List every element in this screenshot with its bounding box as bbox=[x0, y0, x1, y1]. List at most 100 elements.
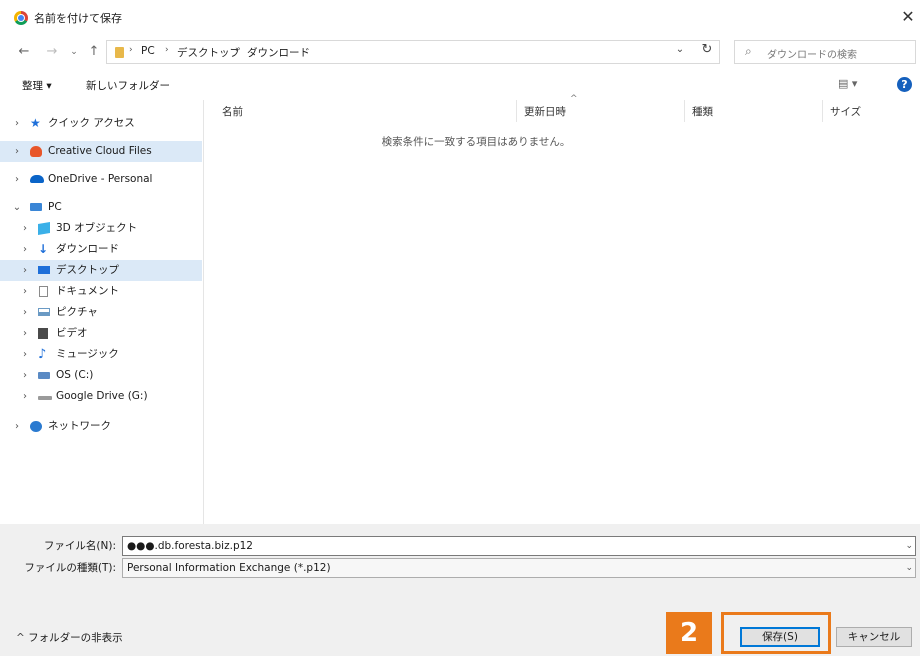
command-toolbar: 整理 ▾ 新しいフォルダー ▤ ▾ ? bbox=[0, 70, 920, 100]
drive-icon bbox=[38, 396, 52, 400]
filetype-label: ファイルの種類(T): bbox=[24, 562, 116, 574]
refresh-icon[interactable]: ↻ bbox=[699, 42, 715, 57]
up-arrow-icon[interactable]: ↑ bbox=[86, 43, 102, 61]
sidebar-item-label: ドキュメント bbox=[56, 285, 119, 297]
sidebar-item-music[interactable]: › ♪ ミュージック bbox=[0, 344, 202, 365]
window-title: 名前を付けて保存 bbox=[34, 12, 122, 25]
sidebar-item-label: Google Drive (G:) bbox=[56, 390, 148, 402]
back-arrow-icon[interactable]: ← bbox=[16, 43, 32, 61]
expand-chevron-icon[interactable]: › bbox=[20, 386, 30, 407]
sidebar-item-pc[interactable]: ⌄ PC bbox=[0, 197, 202, 218]
sidebar-item-documents[interactable]: › ドキュメント bbox=[0, 281, 202, 302]
search-icon: ⌕ bbox=[745, 44, 752, 58]
sidebar-item-label: デスクトップ bbox=[56, 264, 119, 276]
sidebar-item-os-c[interactable]: › OS (C:) bbox=[0, 365, 202, 386]
sidebar-item-onedrive[interactable]: › OneDrive - Personal bbox=[0, 169, 202, 190]
video-icon bbox=[38, 328, 48, 339]
desktop-icon bbox=[38, 266, 50, 274]
address-dropdown-icon[interactable]: ⌄ bbox=[673, 44, 687, 55]
organize-menu-button[interactable]: 整理 ▾ bbox=[22, 78, 52, 93]
navigation-pane: › ★ クイック アクセス › Creative Cloud Files › O… bbox=[0, 100, 204, 524]
breadcrumb-separator: › bbox=[165, 45, 169, 55]
collapse-chevron-icon[interactable]: ⌄ bbox=[12, 197, 22, 218]
cancel-button[interactable]: キャンセル bbox=[836, 627, 912, 647]
search-placeholder: ダウンロードの検索 bbox=[767, 50, 857, 61]
view-options-button[interactable]: ▤ ▾ bbox=[838, 77, 857, 90]
column-divider[interactable] bbox=[822, 100, 823, 122]
cube-icon bbox=[38, 221, 50, 236]
sidebar-item-label: ビデオ bbox=[56, 327, 88, 339]
column-divider[interactable] bbox=[516, 100, 517, 122]
document-icon bbox=[39, 286, 48, 297]
filetype-value: Personal Information Exchange (*.p12) bbox=[127, 562, 331, 574]
file-list-pane[interactable]: ^ 名前 更新日時 種類 サイズ 検索条件に一致する項目はありません。 bbox=[206, 94, 920, 524]
sidebar-item-desktop[interactable]: › デスクトップ bbox=[0, 260, 202, 281]
expand-chevron-icon[interactable]: › bbox=[20, 239, 30, 260]
hide-folders-label: フォルダーの非表示 bbox=[28, 632, 123, 644]
column-header-modified[interactable]: 更新日時 bbox=[524, 104, 566, 119]
breadcrumb-separator: › bbox=[129, 45, 133, 55]
sidebar-item-3d-objects[interactable]: › 3D オブジェクト bbox=[0, 218, 202, 239]
new-folder-button[interactable]: 新しいフォルダー bbox=[86, 78, 170, 93]
column-header-type[interactable]: 種類 bbox=[692, 104, 713, 119]
expand-chevron-icon[interactable]: › bbox=[20, 344, 30, 365]
help-icon[interactable]: ? bbox=[897, 77, 912, 92]
sidebar-item-network[interactable]: › ネットワーク bbox=[0, 416, 202, 437]
sidebar-item-label: ネットワーク bbox=[48, 420, 111, 432]
sidebar-item-label: ダウンロード bbox=[56, 243, 119, 255]
save-options-panel: ファイル名(N): ●●●.db.foresta.biz.p12 ⌄ ファイルの… bbox=[0, 524, 920, 656]
creative-cloud-icon bbox=[30, 146, 42, 157]
expand-chevron-icon[interactable]: › bbox=[20, 281, 30, 302]
recent-locations-icon[interactable]: ⌄ bbox=[66, 43, 82, 61]
network-icon bbox=[30, 421, 42, 432]
sidebar-item-quick-access[interactable]: › ★ クイック アクセス bbox=[0, 113, 202, 134]
star-icon: ★ bbox=[30, 116, 41, 130]
sidebar-item-videos[interactable]: › ビデオ bbox=[0, 323, 202, 344]
breadcrumb-separator: › bbox=[235, 45, 239, 55]
sort-ascending-icon: ^ bbox=[570, 94, 578, 104]
chevron-down-icon[interactable]: ⌄ bbox=[905, 537, 913, 555]
breadcrumb-pc[interactable]: PC bbox=[141, 45, 155, 57]
filename-label: ファイル名(N): bbox=[43, 540, 116, 552]
picture-icon bbox=[38, 308, 50, 316]
title-bar: 名前を付けて保存 ✕ bbox=[0, 0, 920, 36]
filename-value: ●●●.db.foresta.biz.p12 bbox=[127, 540, 253, 552]
chevron-down-icon[interactable]: ⌄ bbox=[905, 559, 913, 577]
empty-folder-message: 検索条件に一致する項目はありません。 bbox=[381, 136, 571, 148]
save-button[interactable]: 保存(S) bbox=[740, 627, 820, 647]
expand-chevron-icon[interactable]: › bbox=[20, 302, 30, 323]
search-box[interactable]: ⌕ ダウンロードの検索 bbox=[734, 40, 916, 64]
sidebar-item-pictures[interactable]: › ピクチャ bbox=[0, 302, 202, 323]
close-icon[interactable]: ✕ bbox=[898, 6, 918, 28]
forward-arrow-icon[interactable]: → bbox=[44, 43, 60, 61]
sidebar-item-label: PC bbox=[48, 201, 62, 213]
step-number-badge: 2 bbox=[666, 612, 712, 654]
sidebar-item-google-drive[interactable]: › Google Drive (G:) bbox=[0, 386, 202, 407]
column-header-size[interactable]: サイズ bbox=[830, 104, 861, 119]
filename-input[interactable]: ●●●.db.foresta.biz.p12 ⌄ bbox=[122, 536, 916, 556]
expand-chevron-icon[interactable]: › bbox=[20, 218, 30, 239]
sidebar-item-creative-cloud[interactable]: › Creative Cloud Files bbox=[0, 141, 202, 162]
filetype-select[interactable]: Personal Information Exchange (*.p12) ⌄ bbox=[122, 558, 916, 578]
expand-chevron-icon[interactable]: › bbox=[20, 260, 30, 281]
address-bar[interactable]: › PC › デスクトップ › ダウンロード ⌄ ↻ bbox=[106, 40, 720, 64]
expand-chevron-icon[interactable]: › bbox=[12, 113, 22, 134]
sidebar-item-label: 3D オブジェクト bbox=[56, 222, 138, 234]
column-header-name[interactable]: 名前 bbox=[222, 104, 243, 119]
expand-chevron-icon[interactable]: › bbox=[20, 323, 30, 344]
column-divider[interactable] bbox=[684, 100, 685, 122]
sidebar-item-label: OS (C:) bbox=[56, 369, 94, 381]
download-icon: ↓ bbox=[38, 242, 49, 256]
expand-chevron-icon[interactable]: › bbox=[12, 416, 22, 437]
sidebar-item-downloads[interactable]: › ↓ ダウンロード bbox=[0, 239, 202, 260]
sidebar-item-label: Creative Cloud Files bbox=[48, 145, 152, 157]
breadcrumb-downloads[interactable]: ダウンロード bbox=[247, 45, 310, 60]
hide-folders-toggle[interactable]: ^ フォルダーの非表示 bbox=[16, 630, 123, 645]
expand-chevron-icon[interactable]: › bbox=[12, 169, 22, 190]
music-icon: ♪ bbox=[38, 347, 47, 362]
sidebar-item-label: ピクチャ bbox=[56, 306, 98, 318]
expand-chevron-icon[interactable]: › bbox=[20, 365, 30, 386]
expand-chevron-icon[interactable]: › bbox=[12, 141, 22, 162]
sidebar-item-label: クイック アクセス bbox=[48, 117, 135, 129]
breadcrumb-desktop[interactable]: デスクトップ bbox=[177, 45, 240, 60]
